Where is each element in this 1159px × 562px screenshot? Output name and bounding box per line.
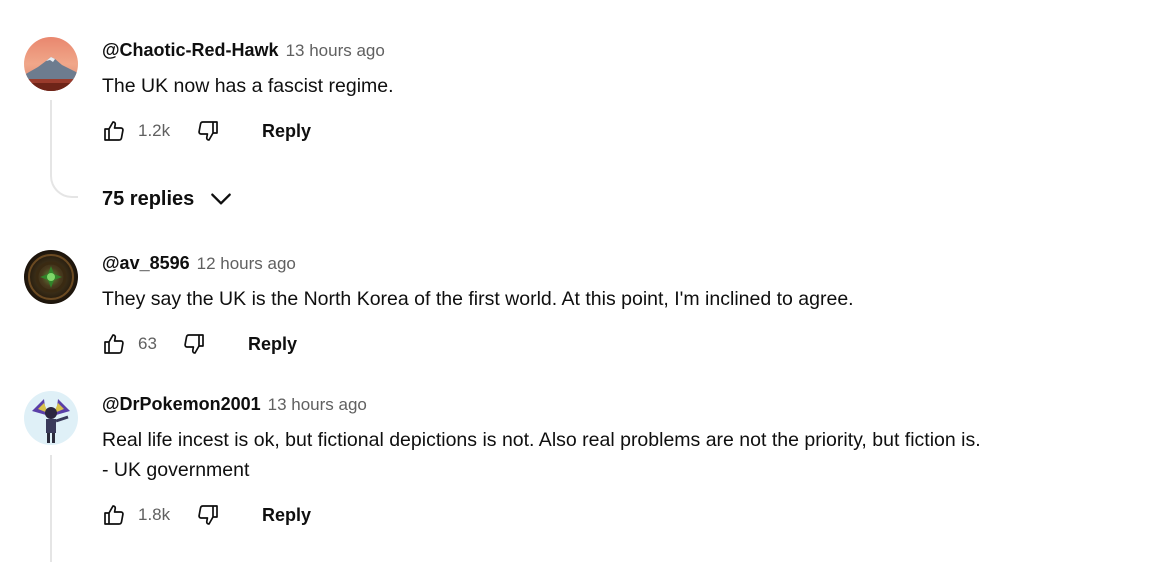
avatar[interactable]: [24, 250, 78, 304]
dark-green-glow-avatar: [24, 250, 78, 304]
reply-button[interactable]: Reply: [248, 334, 297, 355]
like-count: 1.2k: [138, 121, 171, 140]
like-count: 63: [138, 334, 157, 353]
chevron-down-icon: [211, 193, 232, 205]
comment-actions: 1.2k Reply: [102, 111, 311, 151]
thumbs-up-icon[interactable]: [102, 332, 126, 356]
thumbs-down-icon[interactable]: [196, 503, 220, 527]
comment-text: Real life incest is ok, but fictional de…: [102, 425, 981, 485]
mountain-sunset-avatar: [24, 37, 78, 91]
comment-author[interactable]: @av_8596: [102, 253, 190, 274]
replies-count-label: 75 replies: [102, 187, 195, 210]
purple-character-avatar: [24, 391, 78, 445]
thumbs-down-icon[interactable]: [196, 119, 220, 143]
comment-author[interactable]: @Chaotic-Red-Hawk: [102, 40, 279, 61]
comment-text: The UK now has a fascist regime.: [102, 71, 394, 101]
comment-text-line: - UK government: [102, 459, 250, 481]
view-replies-button[interactable]: 75 replies: [102, 186, 234, 212]
comment-text: They say the UK is the North Korea of th…: [102, 284, 854, 314]
comment-author[interactable]: @DrPokemon2001: [102, 394, 261, 415]
thread-line: [50, 455, 52, 562]
reply-button[interactable]: Reply: [262, 121, 311, 142]
reply-button[interactable]: Reply: [262, 505, 311, 526]
comment-text-line: They say the UK is the North Korea of th…: [102, 288, 854, 310]
comment-timestamp[interactable]: 13 hours ago: [286, 41, 385, 61]
comment-timestamp[interactable]: 12 hours ago: [197, 254, 296, 274]
thumbs-up-icon[interactable]: [102, 503, 126, 527]
comment-actions: 1.8k Reply: [102, 495, 311, 535]
thread-line: [50, 100, 52, 172]
comment-timestamp[interactable]: 13 hours ago: [268, 395, 367, 415]
like-count: 1.8k: [138, 505, 171, 524]
thumbs-down-icon[interactable]: [182, 332, 206, 356]
comment-text-line: The UK now has a fascist regime.: [102, 75, 394, 97]
thumbs-up-icon[interactable]: [102, 119, 126, 143]
comment-actions: 63 Reply: [102, 324, 297, 364]
avatar[interactable]: [24, 37, 78, 91]
comments-section: @Chaotic-Red-Hawk 13 hours ago The UK no…: [0, 0, 1159, 562]
comment-text-line: Real life incest is ok, but fictional de…: [102, 429, 981, 451]
avatar[interactable]: [24, 391, 78, 445]
thread-curve: [50, 170, 78, 198]
